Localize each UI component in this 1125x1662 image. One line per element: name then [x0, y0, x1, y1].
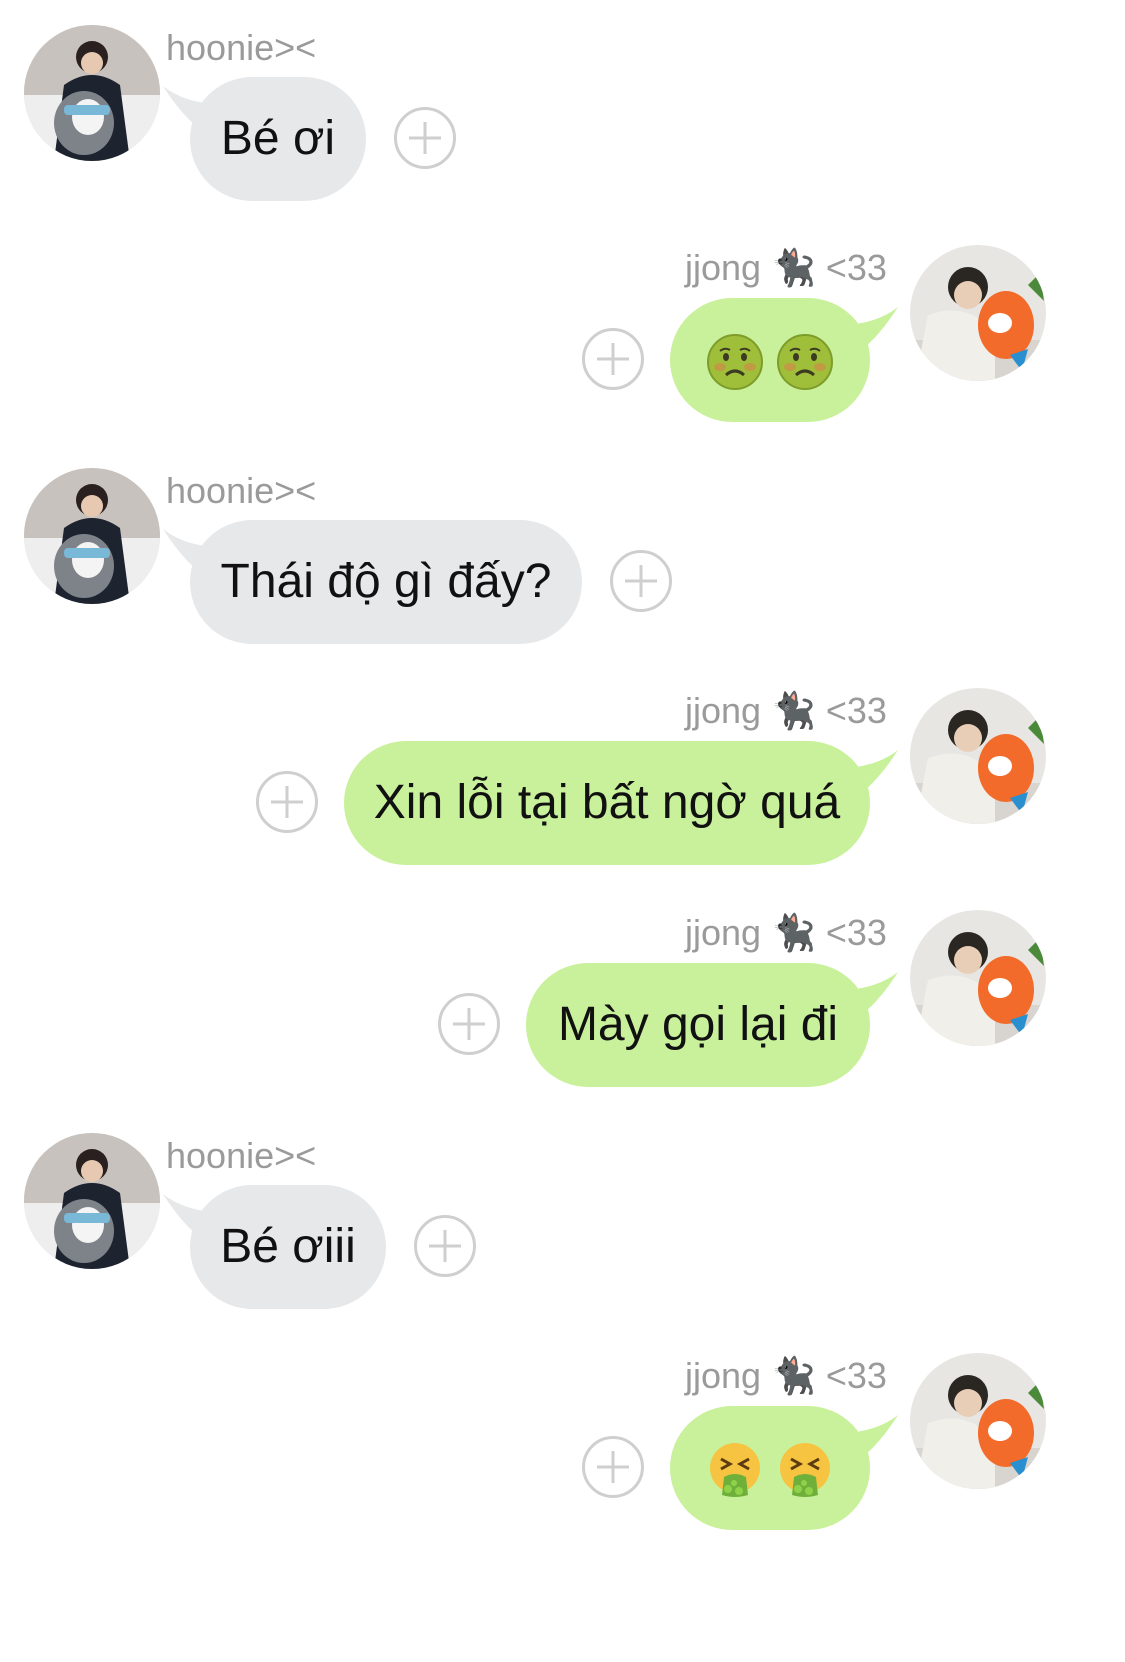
vomiting-face-icon [776, 1441, 834, 1499]
carrot-avatar-icon [910, 910, 1046, 1046]
message-bubble[interactable] [670, 1406, 870, 1530]
plus-circle-icon[interactable] [414, 1215, 476, 1277]
plus-circle-icon[interactable] [582, 1436, 644, 1498]
chat-thread: hoonie>< Bé ơi jjong 🐈‍⬛ <33 [0, 0, 1125, 1662]
message-bubble[interactable]: Mày gọi lại đi [526, 963, 870, 1087]
nauseated-face-icon [776, 333, 834, 391]
sender-name: jjong 🐈‍⬛ <33 [685, 912, 887, 953]
message-bubble[interactable]: Bé ơi [190, 77, 366, 201]
plus-circle-icon[interactable] [610, 550, 672, 612]
sender-name: hoonie>< [166, 470, 317, 511]
plus-circle-icon[interactable] [394, 107, 456, 169]
sender-name: jjong 🐈‍⬛ <33 [685, 1355, 887, 1396]
nauseated-face-icon [706, 333, 764, 391]
avatar[interactable] [910, 245, 1046, 381]
penguin-avatar-icon [24, 468, 160, 604]
avatar[interactable] [24, 25, 160, 161]
plus-circle-icon[interactable] [438, 993, 500, 1055]
vomiting-face-icon [706, 1441, 764, 1499]
sender-name: hoonie>< [166, 27, 317, 68]
avatar[interactable] [910, 910, 1046, 1046]
avatar[interactable] [24, 468, 160, 604]
message-bubble[interactable]: Bé ơiii [190, 1185, 386, 1309]
carrot-avatar-icon [910, 245, 1046, 381]
message-bubble[interactable] [670, 298, 870, 422]
avatar[interactable] [910, 688, 1046, 824]
penguin-avatar-icon [24, 1133, 160, 1269]
carrot-avatar-icon [910, 688, 1046, 824]
avatar[interactable] [910, 1353, 1046, 1489]
message-bubble[interactable]: Xin lỗi tại bất ngờ quá [344, 741, 870, 865]
message-bubble[interactable]: Thái độ gì đấy? [190, 520, 582, 644]
avatar[interactable] [24, 1133, 160, 1269]
plus-circle-icon[interactable] [582, 328, 644, 390]
penguin-avatar-icon [24, 25, 160, 161]
sender-name: jjong 🐈‍⬛ <33 [685, 247, 887, 288]
sender-name: jjong 🐈‍⬛ <33 [685, 690, 887, 731]
sender-name: hoonie>< [166, 1135, 317, 1176]
plus-circle-icon[interactable] [256, 771, 318, 833]
carrot-avatar-icon [910, 1353, 1046, 1489]
